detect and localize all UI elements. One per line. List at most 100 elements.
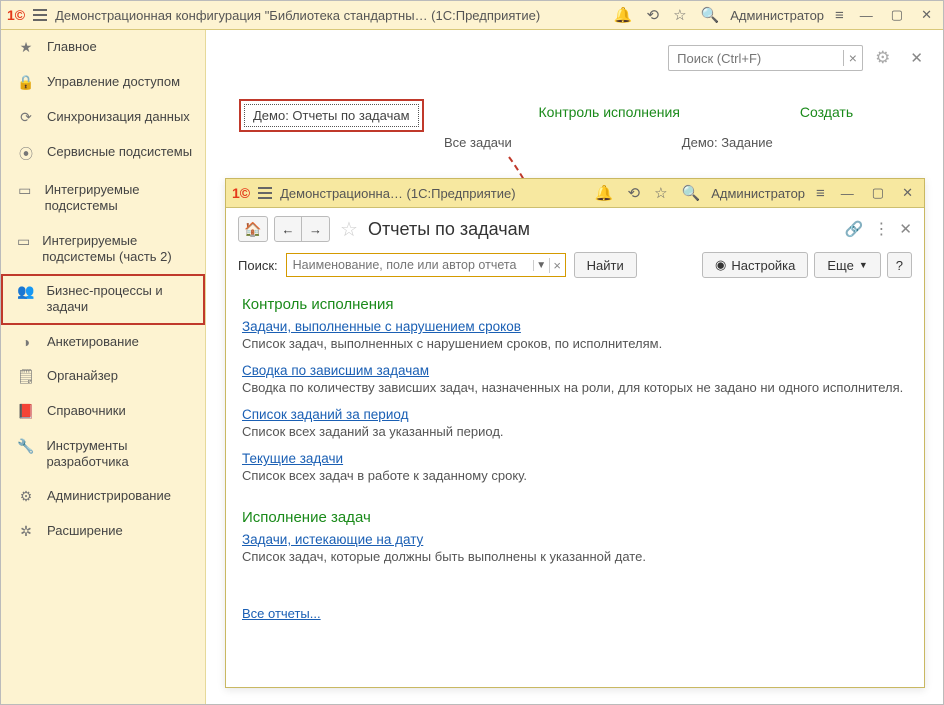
grid-icon: ⦿ (17, 144, 35, 164)
search-label: Поиск: (238, 258, 278, 273)
wrench-icon: 🔧 (17, 438, 34, 455)
minimize-button[interactable]: — (855, 8, 878, 23)
bell-icon[interactable]: 🔔 (592, 184, 617, 202)
all-reports-link[interactable]: Все отчеты... (242, 606, 321, 621)
people-icon: 👥 (17, 283, 34, 300)
sidebar-item-label: Интегрируемые подсистемы (часть 2) (42, 233, 193, 266)
sidebar-item-label: Справочники (47, 403, 126, 419)
home-button[interactable]: 🏠 (238, 216, 268, 242)
star-icon[interactable]: ☆ (670, 6, 689, 24)
sidebar-item-label: Управление доступом (47, 74, 180, 90)
search-icon[interactable]: 🔍 (679, 184, 704, 202)
clear-icon[interactable]: × (549, 258, 565, 273)
sidebar-item-label: Сервисные подсистемы (47, 144, 192, 160)
sidebar-item-devtools[interactable]: 🔧Инструменты разработчика (1, 429, 205, 480)
report-desc: Список всех заданий за указанный период. (242, 424, 908, 439)
app-logo: 1© (7, 7, 25, 23)
sidebar-item-label: Расширение (47, 523, 123, 539)
page-search-field[interactable] (669, 51, 842, 66)
sidebar-item-extension[interactable]: ✲Расширение (1, 514, 205, 549)
sidebar-item-sync[interactable]: ⟳Синхронизация данных (1, 100, 205, 135)
sidebar-item-integrated2[interactable]: ▭Интегрируемые подсистемы (часть 2) (1, 224, 205, 275)
control-link[interactable]: Контроль исполнения (539, 104, 680, 120)
close-button[interactable]: ✕ (916, 7, 937, 23)
settings-button-label: Настройка (731, 258, 795, 273)
sidebar-item-label: Администрирование (47, 488, 171, 504)
help-button[interactable]: ? (887, 252, 912, 278)
report-search-field[interactable] (287, 258, 533, 272)
create-link[interactable]: Создать (800, 104, 853, 120)
report-link[interactable]: Список заданий за период (242, 407, 908, 422)
all-tasks-link[interactable]: Все задачи (444, 135, 512, 150)
chevron-down-icon: ▼ (859, 260, 868, 270)
sidebar-item-admin[interactable]: ⚙ Администрирование (1, 479, 205, 514)
more-button[interactable]: Еще ▼ (814, 252, 880, 278)
report-link[interactable]: Сводка по зависшим задачам (242, 363, 908, 378)
help-button-label: ? (896, 258, 903, 273)
sidebar-item-organizer[interactable]: 🗒Органайзер (1, 359, 205, 394)
menu-icon[interactable] (258, 187, 272, 199)
user-label[interactable]: Администратор (711, 186, 805, 201)
sidebar-item-label: Органайзер (47, 368, 118, 384)
bell-icon[interactable]: 🔔 (611, 6, 636, 24)
close-form-icon[interactable]: ✕ (899, 220, 912, 238)
sidebar-item-label: Интегрируемые подсистемы (45, 182, 193, 215)
refresh-icon: ⟳ (17, 109, 35, 126)
sidebar-item-label: Анкетирование (47, 334, 139, 350)
lock-icon: 🔒 (17, 74, 35, 91)
dropdown-icon[interactable]: ▼ (533, 260, 549, 271)
settings-gears-icon[interactable]: ⚙ (875, 48, 890, 68)
report-desc: Список задач, выполненных с нарушением с… (242, 336, 908, 351)
star-icon[interactable]: ☆ (651, 184, 670, 202)
report-link[interactable]: Задачи, выполненные с нарушением сроков (242, 319, 908, 334)
box-icon: ▭ (17, 182, 33, 199)
history-icon[interactable]: ⟲ (625, 184, 644, 202)
filter-icon[interactable]: ≡ (832, 7, 847, 24)
report-search-input[interactable]: ▼ × (286, 253, 566, 277)
filter-icon[interactable]: ≡ (813, 185, 828, 202)
menu-icon[interactable] (33, 9, 47, 21)
demo-reports-link[interactable]: Демо: Отчеты по задачам (244, 104, 419, 127)
sidebar-item-label: Главное (47, 39, 97, 55)
find-button[interactable]: Найти (574, 252, 637, 278)
more-menu-icon[interactable]: ⋮ (873, 219, 889, 239)
link-icon[interactable]: 🔗 (845, 220, 864, 238)
forward-button[interactable]: → (302, 216, 330, 242)
sidebar-item-label: Бизнес-процессы и задачи (46, 283, 193, 316)
report-link[interactable]: Задачи, истекающие на дату (242, 532, 908, 547)
close-page-icon[interactable]: ✕ (910, 49, 923, 67)
sidebar: ★ Главное 🔒 Управление доступом ⟳Синхрониз… (1, 30, 206, 704)
clear-search-icon[interactable]: × (843, 50, 863, 66)
maximize-button[interactable]: ▢ (867, 185, 889, 201)
nested-window-title: Демонстрационна… (1С:Предприятие) (280, 186, 515, 201)
outer-titlebar: 1© Демонстрационная конфигурация "Библио… (1, 1, 943, 30)
sidebar-item-catalogs[interactable]: 📕Справочники (1, 394, 205, 429)
close-button[interactable]: ✕ (897, 185, 918, 201)
report-link[interactable]: Текущие задачи (242, 451, 908, 466)
more-button-label: Еще (827, 258, 853, 273)
camera-icon: ◉ (715, 257, 726, 273)
sidebar-item-survey[interactable]: ◑ Анкетирование (1, 325, 205, 359)
maximize-button[interactable]: ▢ (886, 7, 908, 23)
page-search-input[interactable]: × (668, 45, 863, 71)
user-label[interactable]: Администратор (730, 8, 824, 23)
circle-icon: ◑ (17, 334, 35, 350)
gear-icon: ⚙ (17, 488, 35, 505)
minimize-button[interactable]: — (836, 186, 859, 201)
section-title: Исполнение задач (242, 509, 908, 526)
favorite-star-icon[interactable]: ☆ (340, 217, 358, 242)
sidebar-item-service[interactable]: ⦿ Сервисные подсистемы (1, 135, 205, 173)
reports-list: Контроль исполнения Задачи, выполненные … (226, 286, 924, 681)
search-icon[interactable]: 🔍 (698, 6, 723, 24)
history-icon[interactable]: ⟲ (644, 6, 663, 24)
star-icon: ★ (17, 39, 35, 56)
report-desc: Список всех задач в работе к заданному с… (242, 468, 908, 483)
demo-task-link[interactable]: Демо: Задание (682, 135, 773, 150)
sidebar-item-business-processes[interactable]: 👥 Бизнес-процессы и задачи (1, 274, 205, 325)
sidebar-item-access[interactable]: 🔒 Управление доступом (1, 65, 205, 100)
window-title: Демонстрационная конфигурация "Библиотек… (55, 8, 540, 23)
settings-button[interactable]: ◉ Настройка (702, 252, 808, 278)
sidebar-item-integrated[interactable]: ▭ Интегрируемые подсистемы (1, 173, 205, 224)
sidebar-item-main[interactable]: ★ Главное (1, 30, 205, 65)
back-button[interactable]: ← (274, 216, 302, 242)
